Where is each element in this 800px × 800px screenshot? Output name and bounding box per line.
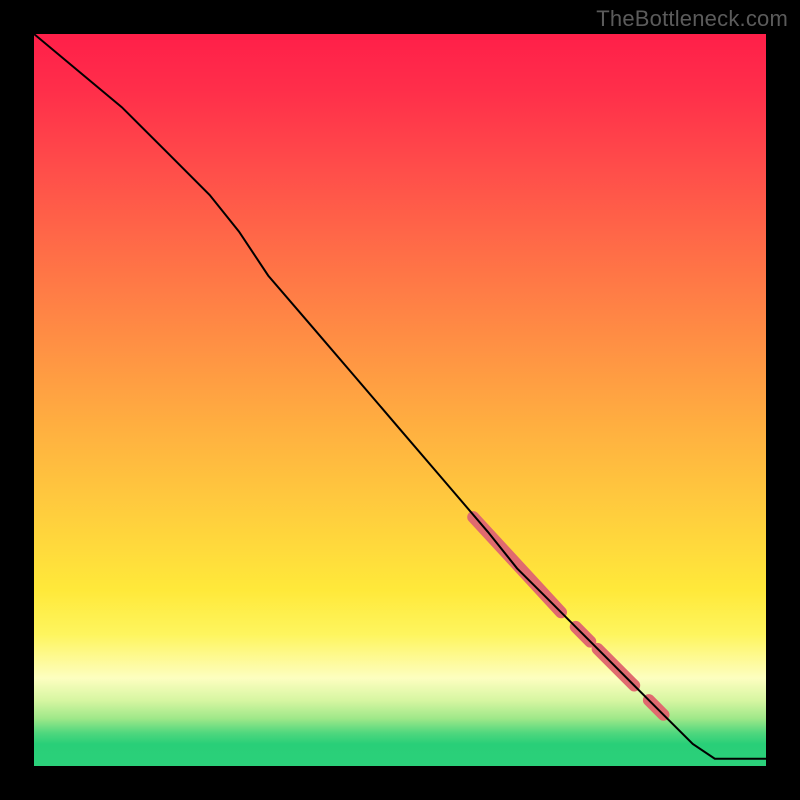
plot-area — [34, 34, 766, 766]
attribution-text: TheBottleneck.com — [596, 6, 788, 32]
main-curve — [34, 34, 766, 759]
curve-layer — [34, 34, 766, 766]
chart-frame: TheBottleneck.com — [0, 0, 800, 800]
